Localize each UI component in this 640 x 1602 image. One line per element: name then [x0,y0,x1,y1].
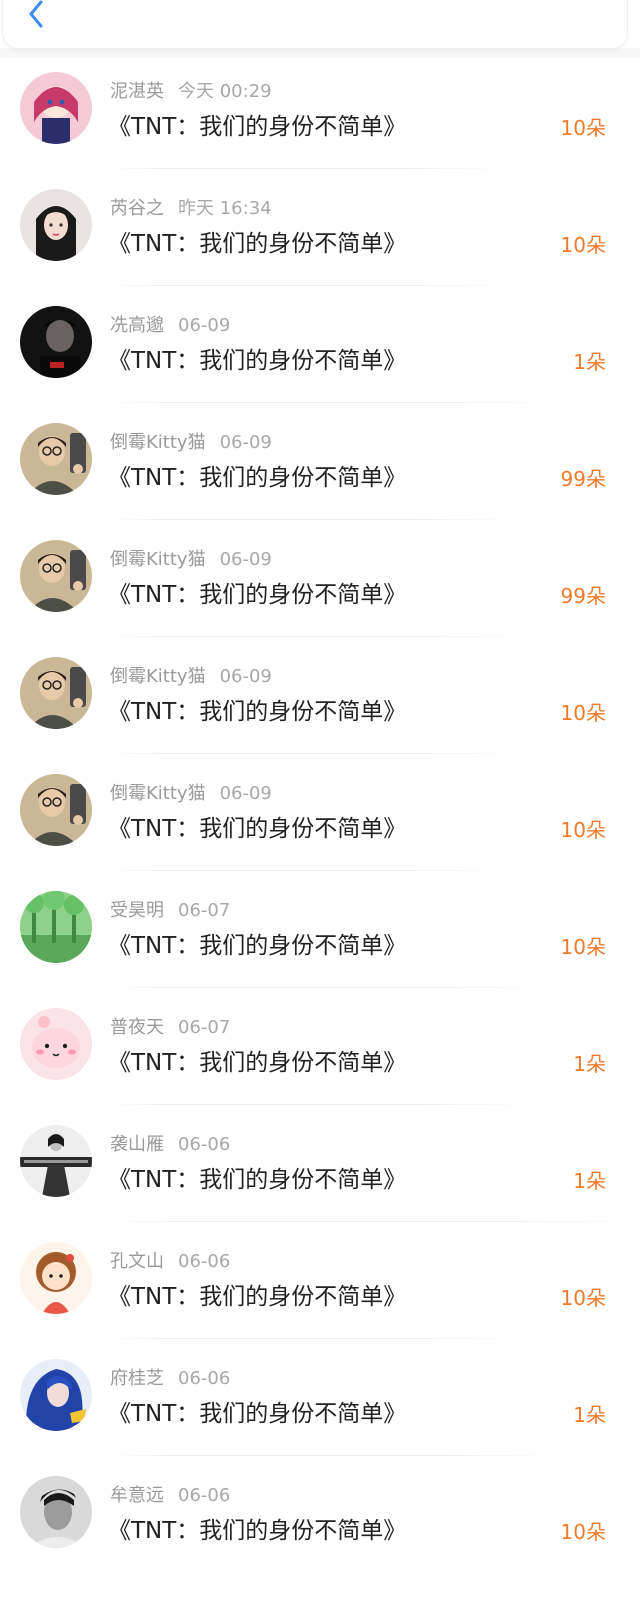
sender-name[interactable]: 芮谷之 [110,198,164,219]
book-title: 《TNT：我们的身份不简单》 [108,1518,407,1544]
gift-time: 06-09 [219,666,272,687]
gift-meta: 芮谷之 昨天 16:34 [110,197,272,221]
gift-meta: 袭山雁 06-06 [110,1133,230,1157]
gift-row[interactable]: 受昊明 06-07 《TNT：我们的身份不简单》 10朵 [0,871,640,988]
book-title: 《TNT：我们的身份不简单》 [108,1050,407,1076]
gift-record-page: 泥湛英 今天 00:29 《TNT：我们的身份不简单》 10朵 芮谷之 昨天 16:… [0,0,640,1602]
flower-count: 1朵 [573,1403,606,1427]
flower-count: 99朵 [560,467,606,491]
flower-count: 10朵 [560,818,606,842]
gift-time: 06-06 [178,1251,231,1272]
sender-name[interactable]: 受昊明 [110,900,164,921]
chevron-left-icon [29,0,43,28]
mirror-selfie-avatar[interactable] [20,774,92,846]
mirror-selfie-avatar[interactable] [20,657,92,729]
book-title: 《TNT：我们的身份不简单》 [108,348,407,374]
gift-list: 泥湛英 今天 00:29 《TNT：我们的身份不简单》 10朵 芮谷之 昨天 16:… [0,52,640,1573]
top-bar [2,0,628,49]
book-title: 《TNT：我们的身份不简单》 [108,114,407,140]
gift-meta: 倒霉Kitty猫 06-09 [110,548,272,572]
gift-time: 06-07 [178,1017,231,1038]
book-title: 《TNT：我们的身份不简单》 [108,1167,407,1193]
sender-name[interactable]: 袭山雁 [110,1134,164,1155]
sender-name[interactable]: 牟意远 [110,1485,164,1506]
sender-name[interactable]: 孔文山 [110,1251,164,1272]
gift-time: 06-09 [219,549,272,570]
gift-time: 06-06 [178,1485,231,1506]
gift-meta: 受昊明 06-07 [110,899,230,923]
man-bw-avatar[interactable] [20,1476,92,1548]
flower-count: 1朵 [573,1052,606,1076]
flower-count: 10朵 [560,233,606,257]
gift-time: 06-06 [178,1134,231,1155]
gift-meta: 普夜天 06-07 [110,1016,230,1040]
gift-time: 06-09 [178,315,231,336]
gift-time: 06-09 [219,432,272,453]
gift-row[interactable]: 府桂芝 06-06 《TNT：我们的身份不简单》 1朵 [0,1339,640,1456]
sender-name[interactable]: 普夜天 [110,1017,164,1038]
sender-name[interactable]: 倒霉Kitty猫 [110,783,206,804]
book-title: 《TNT：我们的身份不简单》 [108,465,407,491]
gift-row[interactable]: 袭山雁 06-06 《TNT：我们的身份不简单》 1朵 [0,1105,640,1222]
girl-bw-caption-avatar[interactable] [20,1125,92,1197]
gift-time: 06-06 [178,1368,231,1389]
gift-meta: 泥湛英 今天 00:29 [110,80,272,104]
gift-row[interactable]: 牟意远 06-06 《TNT：我们的身份不简单》 10朵 [0,1456,640,1573]
gift-meta: 冼高邈 06-09 [110,314,230,338]
book-title: 《TNT：我们的身份不简单》 [108,933,407,959]
book-title: 《TNT：我们的身份不简单》 [108,1284,407,1310]
gift-time: 今天 00:29 [178,81,272,102]
gift-row[interactable]: 倒霉Kitty猫 06-09 《TNT：我们的身份不简单》 99朵 [0,403,640,520]
book-title: 《TNT：我们的身份不简单》 [108,699,407,725]
flower-count: 10朵 [560,116,606,140]
gift-meta: 倒霉Kitty猫 06-09 [110,665,272,689]
flower-count: 10朵 [560,1286,606,1310]
gift-row[interactable]: 倒霉Kitty猫 06-09 《TNT：我们的身份不简单》 99朵 [0,520,640,637]
gift-row[interactable]: 倒霉Kitty猫 06-09 《TNT：我们的身份不简单》 10朵 [0,637,640,754]
sender-name[interactable]: 泥湛英 [110,81,164,102]
sender-name[interactable]: 倒霉Kitty猫 [110,432,206,453]
gift-row[interactable]: 泥湛英 今天 00:29 《TNT：我们的身份不简单》 10朵 [0,52,640,169]
sender-name[interactable]: 冼高邈 [110,315,164,336]
flower-count: 10朵 [560,935,606,959]
flower-count: 10朵 [560,1520,606,1544]
book-title: 《TNT：我们的身份不简单》 [108,231,407,257]
gift-meta: 府桂芝 06-06 [110,1367,230,1391]
gift-meta: 倒霉Kitty猫 06-09 [110,431,272,455]
boy-dark-avatar[interactable] [20,306,92,378]
gift-meta: 倒霉Kitty猫 06-09 [110,782,272,806]
sender-name[interactable]: 府桂芝 [110,1368,164,1389]
pink-cartoon-avatar[interactable] [20,1008,92,1080]
blue-hair-avatar[interactable] [20,1359,92,1431]
sender-name[interactable]: 倒霉Kitty猫 [110,666,206,687]
flower-count: 99朵 [560,584,606,608]
gift-meta: 牟意远 06-06 [110,1484,230,1508]
gift-time: 06-09 [219,783,272,804]
flower-count: 1朵 [573,1169,606,1193]
cartoon-girl-avatar[interactable] [20,1242,92,1314]
gift-time: 06-07 [178,900,231,921]
gift-row[interactable]: 孔文山 06-06 《TNT：我们的身份不简单》 10朵 [0,1222,640,1339]
gift-row[interactable]: 普夜天 06-07 《TNT：我们的身份不简单》 1朵 [0,988,640,1105]
sender-name[interactable]: 倒霉Kitty猫 [110,549,206,570]
gift-row[interactable]: 倒霉Kitty猫 06-09 《TNT：我们的身份不简单》 10朵 [0,754,640,871]
gift-row[interactable]: 芮谷之 昨天 16:34 《TNT：我们的身份不简单》 10朵 [0,169,640,286]
gift-time: 昨天 16:34 [178,198,272,219]
gift-meta: 孔文山 06-06 [110,1250,230,1274]
book-title: 《TNT：我们的身份不简单》 [108,816,407,842]
green-forest-avatar[interactable] [20,891,92,963]
mirror-selfie-avatar[interactable] [20,540,92,612]
mirror-selfie-avatar[interactable] [20,423,92,495]
book-title: 《TNT：我们的身份不简单》 [108,1401,407,1427]
anime-girl-avatar[interactable] [20,72,92,144]
book-title: 《TNT：我们的身份不简单》 [108,582,407,608]
flower-count: 1朵 [573,350,606,374]
girl-portrait-avatar[interactable] [20,189,92,261]
back-button[interactable] [19,0,55,34]
flower-count: 10朵 [560,701,606,725]
gift-row[interactable]: 冼高邈 06-09 《TNT：我们的身份不简单》 1朵 [0,286,640,403]
